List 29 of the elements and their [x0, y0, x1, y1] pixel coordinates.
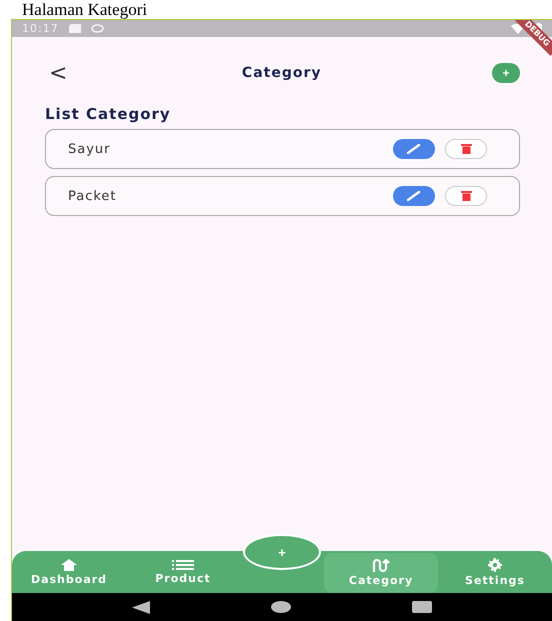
back-nav-icon [132, 600, 150, 614]
category-name: Sayur [68, 142, 112, 156]
list-icon [172, 560, 194, 570]
sd-card-icon [68, 24, 81, 33]
back-button[interactable]: < [45, 60, 72, 86]
route-icon [372, 559, 390, 572]
section-title: List Category [45, 105, 172, 123]
delete-button[interactable] [445, 139, 487, 159]
nav-tab[interactable]: Dashboard [12, 551, 126, 593]
edit-button[interactable] [393, 186, 435, 206]
trash-icon [460, 191, 472, 201]
pencil-icon [407, 144, 421, 154]
status-time: 10:17 [22, 22, 59, 35]
pencil-icon [407, 191, 421, 201]
home-nav-icon [270, 601, 291, 613]
settings-icon [487, 558, 503, 572]
nav-tab[interactable]: Product [126, 551, 240, 593]
page-title: Category [242, 65, 322, 81]
add-button[interactable]: + [492, 63, 520, 83]
nav-tab[interactable]: Settings [438, 551, 552, 593]
nav-tab[interactable]: Category [324, 553, 438, 593]
delete-button[interactable] [445, 186, 487, 206]
trash-icon [460, 144, 472, 154]
sync-icon [90, 24, 104, 33]
edit-button[interactable] [393, 139, 435, 159]
page-caption: Halaman Kategori [21, 0, 148, 19]
home-icon [61, 558, 77, 570]
recents-nav-icon [412, 601, 432, 613]
category-name: Packet [68, 188, 118, 204]
